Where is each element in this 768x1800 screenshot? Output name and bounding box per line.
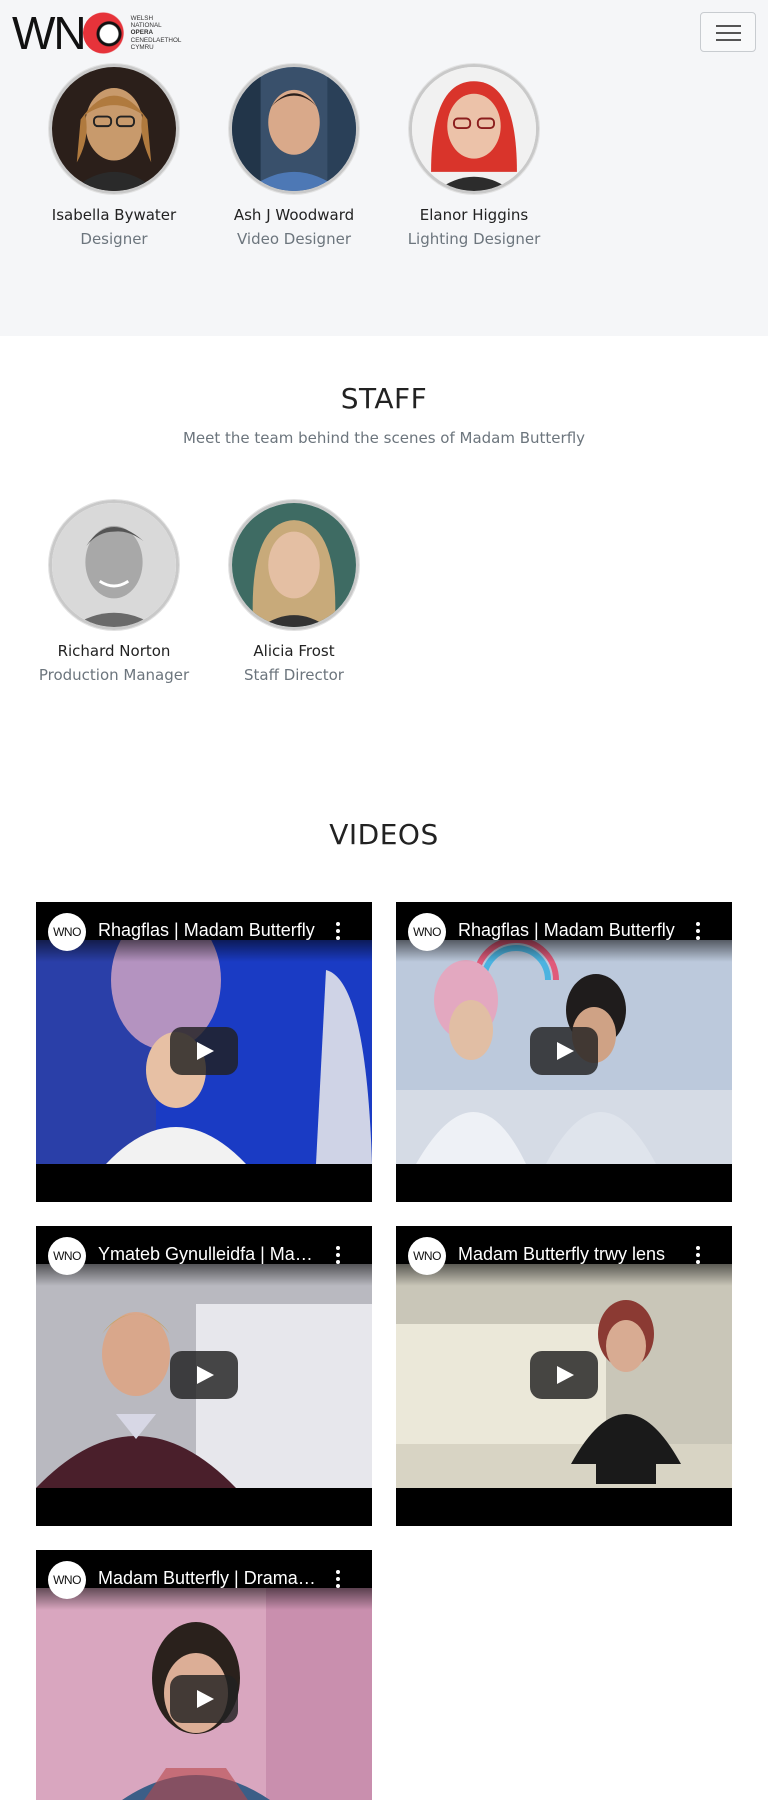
- staff-member-card[interactable]: Alicia Frost Staff Director: [204, 500, 384, 685]
- logo-line: NATIONAL: [130, 22, 162, 30]
- channel-logo-icon[interactable]: WNO: [408, 913, 446, 951]
- logo-wordmark: WN: [12, 7, 87, 59]
- logo-line: OPERA: [130, 29, 154, 37]
- play-button[interactable]: [530, 1027, 598, 1075]
- more-options-icon[interactable]: [690, 918, 706, 944]
- more-options-icon[interactable]: [330, 918, 346, 944]
- video-title[interactable]: Rhagflas | Madam Butterfly: [98, 920, 318, 941]
- logo-line: CYMRU: [130, 43, 154, 51]
- play-button[interactable]: [170, 1675, 238, 1723]
- video-title[interactable]: Ymateb Gynulleidfa | Madam Butterfly: [98, 1244, 318, 1265]
- staff-heading: STAFF: [340, 382, 428, 415]
- channel-logo-icon[interactable]: WNO: [48, 913, 86, 951]
- staff-subtitle: Meet the team behind the scenes of Madam…: [182, 429, 586, 447]
- video-embed[interactable]: WNO Ymateb Gynulleidfa | Madam Butterfly: [36, 1226, 372, 1526]
- play-button[interactable]: [530, 1351, 598, 1399]
- logo-o-ring-icon: [82, 12, 125, 54]
- member-role: Designer: [80, 230, 148, 248]
- video-title[interactable]: Rhagflas | Madam Butterfly: [458, 920, 678, 941]
- logo-subtitle: WELSH NATIONAL OPERA CENEDLAETHOL CYMRU: [131, 15, 182, 51]
- member-name: Ash J Woodward: [233, 206, 355, 224]
- video-embed[interactable]: WNO Rhagflas | Madam Butterfly: [396, 902, 732, 1202]
- member-name: Alicia Frost: [253, 642, 335, 660]
- logo-line: CENEDLAETHOL: [130, 36, 182, 44]
- video-title[interactable]: Madam Butterfly trwy lens: [458, 1244, 678, 1265]
- channel-logo-icon[interactable]: WNO: [48, 1561, 86, 1599]
- channel-logo-text: WNO: [53, 1573, 81, 1587]
- hamburger-menu-button[interactable]: [700, 12, 756, 52]
- member-role: Lighting Designer: [407, 230, 541, 248]
- team-member-card[interactable]: Elanor Higgins Lighting Designer: [384, 64, 564, 249]
- channel-logo-text: WNO: [413, 925, 441, 939]
- team-member-card[interactable]: Ash J Woodward Video Designer: [204, 64, 384, 249]
- member-role: Production Manager: [38, 666, 190, 684]
- wno-logo[interactable]: WN WELSH NATIONAL OPERA CENEDLAETHOL CYM…: [12, 7, 182, 59]
- play-button[interactable]: [170, 1351, 238, 1399]
- video-title[interactable]: Madam Butterfly | Dramaturgy: [98, 1568, 318, 1589]
- member-role: Video Designer: [237, 230, 351, 248]
- video-embed[interactable]: WNO Madam Butterfly | Dramaturgy: [36, 1550, 372, 1800]
- hamburger-bar: [716, 39, 741, 41]
- logo-line: WELSH: [130, 14, 154, 22]
- videos-heading: VIDEOS: [329, 818, 439, 851]
- hamburger-menu-icon: [716, 25, 741, 27]
- channel-logo-icon[interactable]: WNO: [408, 1237, 446, 1275]
- hamburger-bar: [716, 32, 741, 34]
- video-embed[interactable]: WNO Rhagflas | Madam Butterfly: [36, 902, 372, 1202]
- play-button[interactable]: [170, 1027, 238, 1075]
- site-header: WN WELSH NATIONAL OPERA CENEDLAETHOL CYM…: [0, 0, 768, 66]
- avatar: [409, 64, 539, 194]
- channel-logo-text: WNO: [53, 925, 81, 939]
- channel-logo-icon[interactable]: WNO: [48, 1237, 86, 1275]
- staff-member-card[interactable]: Richard Norton Production Manager: [24, 500, 204, 685]
- more-options-icon[interactable]: [330, 1242, 346, 1268]
- more-options-icon[interactable]: [690, 1242, 706, 1268]
- avatar: [49, 64, 179, 194]
- member-name: Richard Norton: [57, 642, 171, 660]
- channel-logo-text: WNO: [53, 1249, 81, 1263]
- member-name: Isabella Bywater: [51, 206, 177, 224]
- avatar: [229, 500, 359, 630]
- channel-logo-text: WNO: [413, 1249, 441, 1263]
- member-role: Staff Director: [244, 666, 344, 684]
- avatar: [49, 500, 179, 630]
- more-options-icon[interactable]: [330, 1566, 346, 1592]
- video-embed[interactable]: WNO Madam Butterfly trwy lens: [396, 1226, 732, 1526]
- avatar: [229, 64, 359, 194]
- member-name: Elanor Higgins: [419, 206, 529, 224]
- team-member-card[interactable]: Isabella Bywater Designer: [24, 64, 204, 249]
